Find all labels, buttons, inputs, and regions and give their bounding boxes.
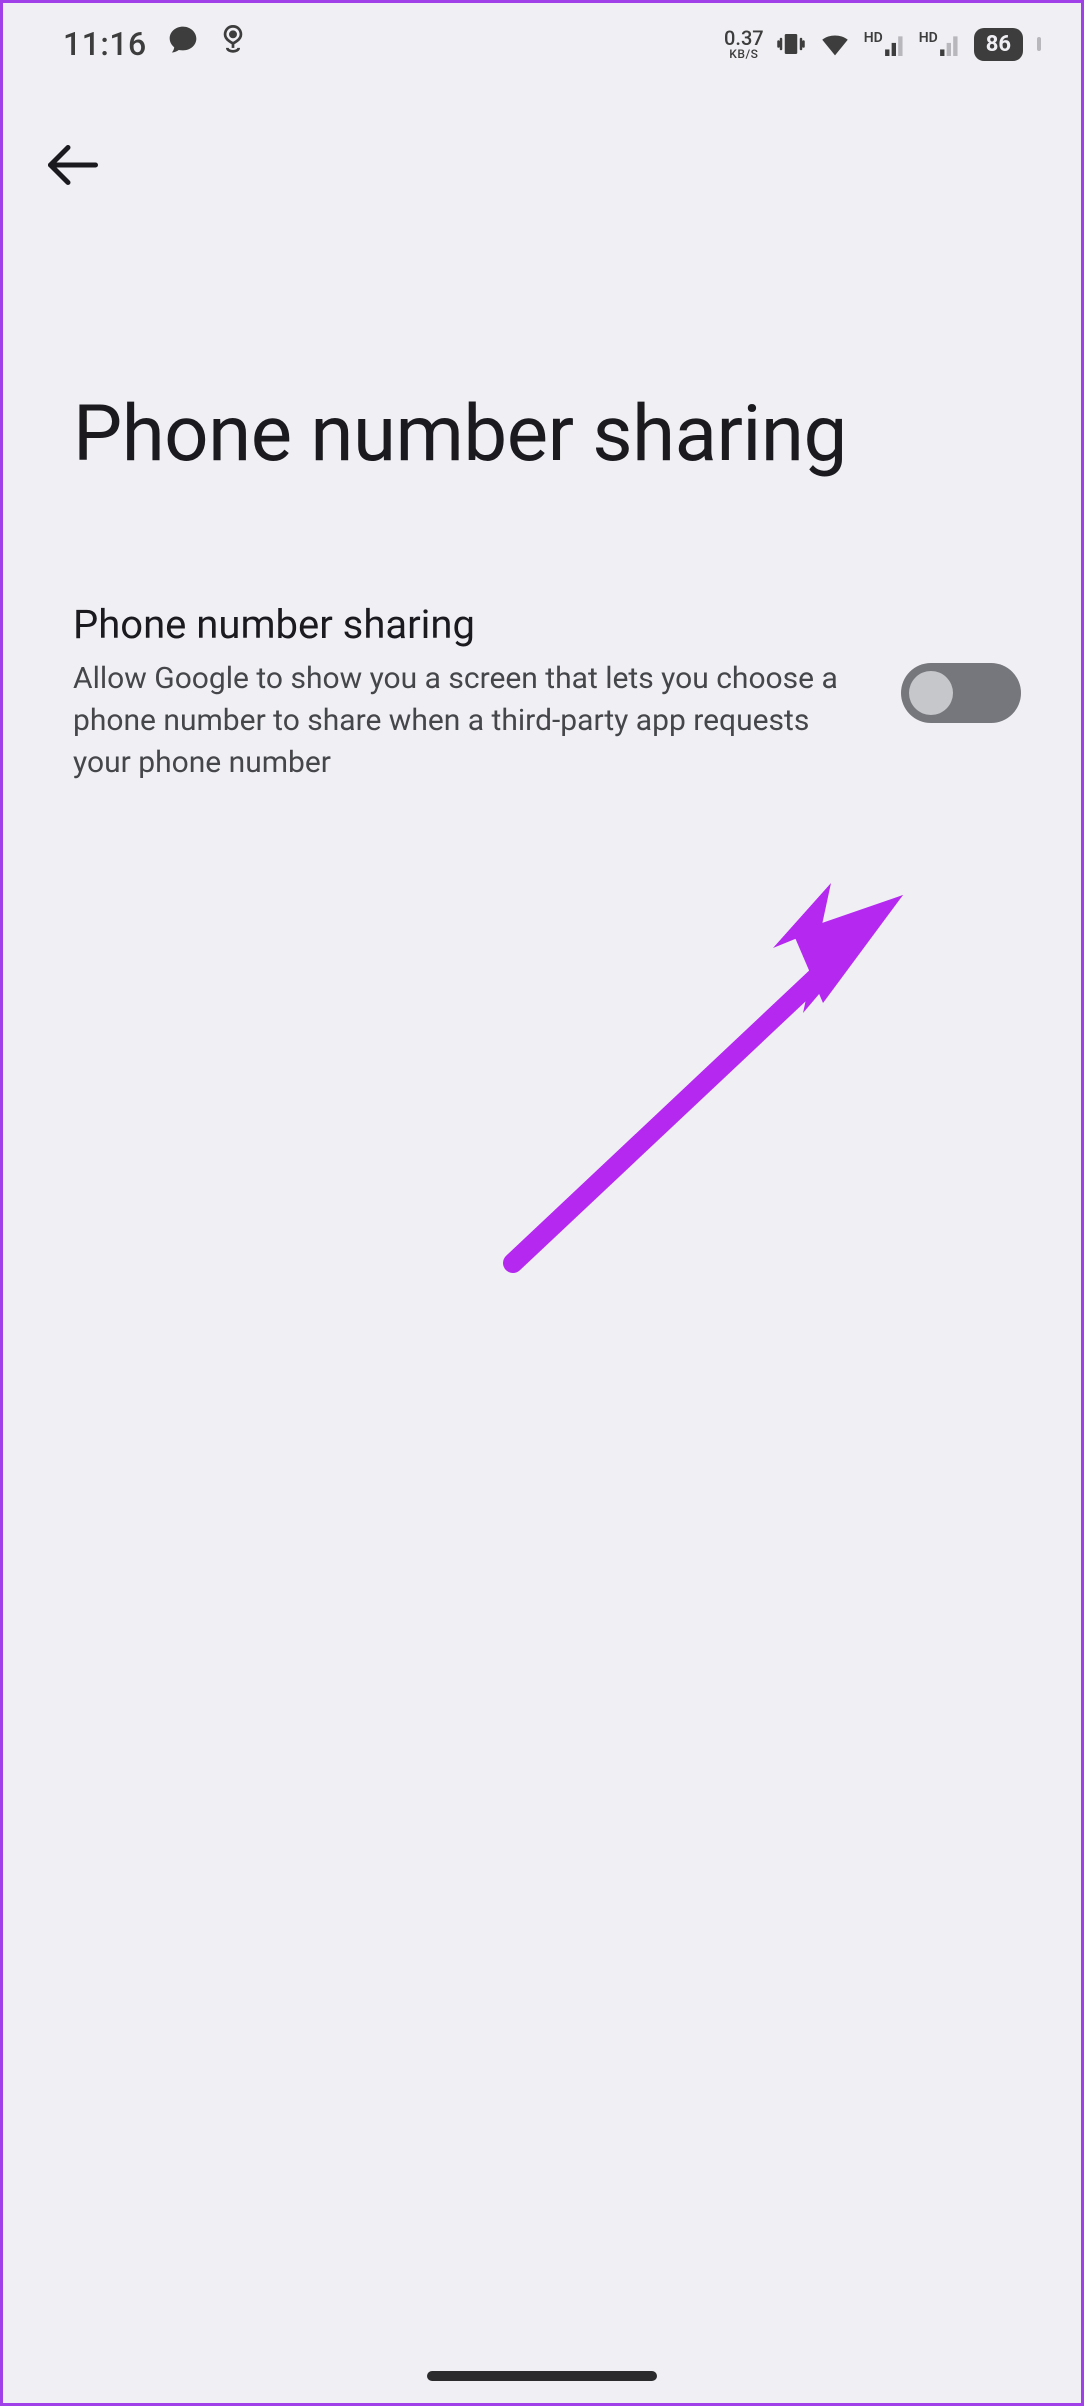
status-bar-right: 0.37 KB/S HD HD 86 xyxy=(724,27,1041,61)
location-icon xyxy=(219,23,247,65)
signal-1: HD xyxy=(864,32,907,56)
page-title: Phone number sharing xyxy=(3,199,1081,481)
toggle-thumb xyxy=(909,671,953,715)
status-time: 11:16 xyxy=(63,25,147,63)
hd-label-2: HD xyxy=(919,30,938,46)
back-button[interactable] xyxy=(43,180,103,199)
data-rate: 0.37 KB/S xyxy=(724,28,764,60)
data-rate-value: 0.37 xyxy=(724,28,764,48)
vibrate-icon xyxy=(776,29,806,59)
status-bar: 11:16 0.37 KB/S HD HD xyxy=(3,3,1081,75)
setting-row-phone-number-sharing[interactable]: Phone number sharing Allow Google to sho… xyxy=(3,481,1081,784)
navigation-handle[interactable] xyxy=(427,2371,657,2381)
chat-icon xyxy=(167,24,199,64)
setting-title: Phone number sharing xyxy=(73,601,871,648)
annotation-arrow xyxy=(493,883,923,1283)
hd-label-1: HD xyxy=(864,30,883,46)
battery-tip xyxy=(1037,37,1041,51)
data-rate-unit: KB/S xyxy=(724,48,764,60)
status-bar-left: 11:16 xyxy=(63,23,247,65)
wifi-icon xyxy=(818,27,852,61)
battery-indicator: 86 xyxy=(974,28,1023,61)
setting-text: Phone number sharing Allow Google to sho… xyxy=(73,601,871,784)
signal-2: HD xyxy=(919,32,962,56)
toggle-switch[interactable] xyxy=(901,663,1021,723)
setting-description: Allow Google to show you a screen that l… xyxy=(73,658,871,784)
